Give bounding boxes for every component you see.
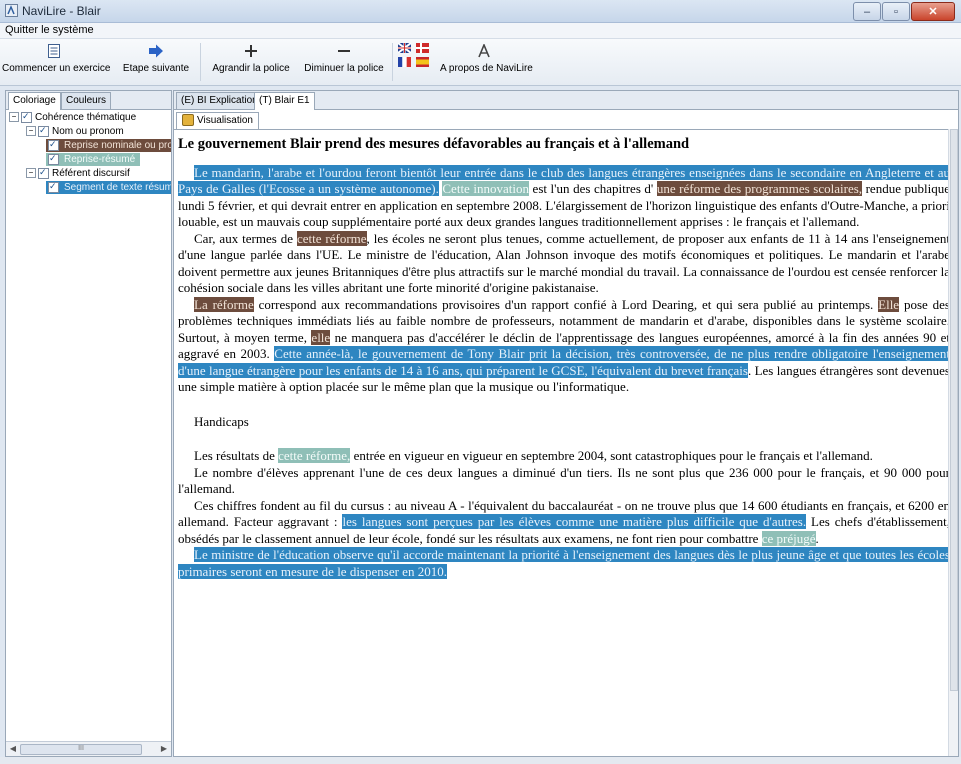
- collapse-toggle[interactable]: −: [9, 112, 19, 123]
- close-button[interactable]: ✕: [911, 2, 955, 21]
- nominal-repeat-highlight[interactable]: elle: [311, 329, 331, 345]
- paragraph: La réforme correspond aux recommandation…: [178, 296, 950, 396]
- paragraph: Le mandarin, l'arabe et l'ourdou feront …: [178, 164, 950, 231]
- reduce-font-label: Diminuer la police: [304, 63, 384, 74]
- category-tree: − Cohérence thématique − Nom ou pronom Rep…: [6, 110, 171, 735]
- scrollbar-thumb[interactable]: [950, 129, 958, 691]
- nominal-repeat-highlight[interactable]: Elle: [878, 296, 900, 312]
- tab-visualisation[interactable]: Visualisation: [176, 112, 259, 129]
- minimize-button[interactable]: –: [853, 2, 881, 21]
- paragraph: Le ministre de l'éducation observe qu'il…: [178, 547, 950, 580]
- tree-node-nominal-repeat[interactable]: Reprise nominale ou pro: [46, 138, 171, 152]
- nominal-repeat-highlight[interactable]: cette réforme: [296, 230, 367, 246]
- window-title: NaviLire - Blair: [22, 4, 101, 18]
- vertical-scrollbar[interactable]: [948, 129, 958, 756]
- scroll-right-arrow-icon[interactable]: ▶: [158, 743, 170, 755]
- tree-label: Référent discursif: [52, 168, 130, 179]
- document-panel: (E) BI Explication 4 (T) Blair E1 Visual…: [173, 90, 959, 757]
- status-bar: [0, 757, 961, 764]
- view-tab-strip: Visualisation: [174, 110, 958, 130]
- tree-label: Cohérence thématique: [35, 112, 137, 123]
- text-run: entrée en vigueur en vigueur en septembr…: [350, 448, 873, 463]
- tree-label: Reprise-résumé: [64, 154, 136, 165]
- tab-colors[interactable]: Couleurs: [61, 92, 112, 109]
- flag-denmark-icon[interactable]: [416, 43, 429, 53]
- about-button[interactable]: A propos de NaviLire: [440, 42, 533, 74]
- paragraph: Le nombre d'élèves apprenant l'une de ce…: [178, 464, 950, 497]
- next-step-label: Etape suivante: [122, 63, 190, 74]
- next-step-button[interactable]: Etape suivante: [120, 42, 192, 74]
- visualisation-icon: [182, 114, 194, 127]
- quit-menu-item[interactable]: Quitter le système: [5, 24, 94, 36]
- paragraph: Car, aux termes de cette réforme, les éc…: [178, 230, 950, 297]
- summary-repeat-highlight[interactable]: cette réforme,: [278, 448, 351, 463]
- text-run: Les résultats de: [194, 448, 279, 463]
- tree-label: Nom ou pronom: [52, 126, 124, 137]
- checkbox[interactable]: [38, 124, 49, 137]
- document-tab-strip: (E) BI Explication 4 (T) Blair E1: [174, 91, 958, 110]
- checkbox[interactable]: [48, 180, 59, 193]
- left-panel: Coloriage Couleurs − Cohérence thématique…: [5, 90, 172, 757]
- toolbar-separator: [392, 43, 393, 81]
- reduce-font-button[interactable]: Diminuer la police: [302, 42, 386, 74]
- about-label: A propos de NaviLire: [440, 63, 533, 74]
- tree-node-discursive-referent[interactable]: − Référent discursif: [26, 166, 130, 180]
- tab-coloring[interactable]: Coloriage: [8, 92, 61, 110]
- text-run: .: [815, 530, 819, 546]
- scroll-left-arrow-icon[interactable]: ◀: [7, 743, 19, 755]
- tree-label: Reprise nominale ou pro: [64, 140, 171, 151]
- section-subtitle: Handicaps: [194, 413, 249, 429]
- toolbar: Commencer un exercice Etape suivante Agr…: [0, 39, 961, 86]
- language-flags: [398, 43, 432, 73]
- horizontal-scrollbar[interactable]: ◀ III ▶: [6, 741, 171, 756]
- tree-label: Segment de texte résum: [64, 182, 171, 193]
- document-title: Le gouvernement Blair prend des mesures …: [178, 136, 690, 152]
- enlarge-font-label: Agrandir la police: [212, 63, 290, 74]
- scrollbar-thumb[interactable]: III: [20, 744, 142, 755]
- tree-node-summary-repeat[interactable]: Reprise-résumé: [46, 152, 140, 166]
- plus-icon: [245, 45, 257, 57]
- title-bar: NaviLire - Blair – ▫ ✕: [0, 0, 961, 23]
- checkbox[interactable]: [38, 166, 49, 179]
- document-text: Le gouvernement Blair prend des mesures …: [178, 136, 950, 748]
- minus-icon: [338, 50, 350, 52]
- text-run: correspond aux recommandations provisoir…: [253, 296, 879, 312]
- arrow-right-icon: [149, 44, 163, 58]
- checkbox[interactable]: [48, 152, 59, 165]
- text-segment-highlight[interactable]: les langues sont perçues par les élèves …: [342, 514, 807, 529]
- tree-node-noun-or-pronoun[interactable]: − Nom ou pronom: [26, 124, 124, 138]
- checkbox[interactable]: [21, 110, 32, 123]
- visualisation-label: Visualisation: [197, 115, 253, 126]
- checkbox[interactable]: [48, 138, 59, 151]
- left-tab-strip: Coloriage Couleurs: [6, 91, 171, 110]
- text-run: est l'un des chapitres d': [529, 181, 657, 196]
- summary-repeat-highlight[interactable]: ce préjugé: [761, 530, 816, 546]
- collapse-toggle[interactable]: −: [26, 126, 36, 137]
- flag-spain-icon[interactable]: [416, 57, 429, 67]
- text-run: Car, aux termes de: [194, 230, 297, 246]
- tree-node-text-segment[interactable]: Segment de texte résum: [46, 180, 171, 194]
- text-segment-highlight[interactable]: Le ministre de l'éducation observe qu'il…: [178, 547, 950, 579]
- nominal-repeat-highlight[interactable]: La réforme: [194, 296, 254, 312]
- collapse-toggle[interactable]: −: [26, 168, 36, 179]
- toolbar-separator: [200, 43, 201, 81]
- paragraph: Les résultats de cette réforme, entrée e…: [178, 448, 950, 465]
- navilire-logo-icon: [478, 44, 490, 58]
- summary-repeat-highlight[interactable]: Cette innovation: [442, 181, 529, 196]
- menu-bar: Quitter le système: [0, 23, 961, 39]
- document-icon: [48, 44, 60, 58]
- start-exercise-button[interactable]: Commencer un exercice: [2, 42, 111, 74]
- nominal-repeat-highlight[interactable]: une réforme des programmes scolaires,: [656, 181, 863, 196]
- tab-blair-e1[interactable]: (T) Blair E1: [254, 92, 315, 110]
- maximize-button[interactable]: ▫: [882, 2, 910, 21]
- tree-node-thematic-coherence[interactable]: − Cohérence thématique: [9, 110, 137, 124]
- enlarge-font-button[interactable]: Agrandir la police: [210, 42, 292, 74]
- paragraph: Ces chiffres fondent au fil du cursus : …: [178, 498, 950, 548]
- flag-uk-icon[interactable]: [398, 43, 411, 53]
- app-icon: [5, 4, 18, 17]
- flag-france-icon[interactable]: [398, 57, 411, 67]
- start-exercise-label: Commencer un exercice: [2, 63, 111, 74]
